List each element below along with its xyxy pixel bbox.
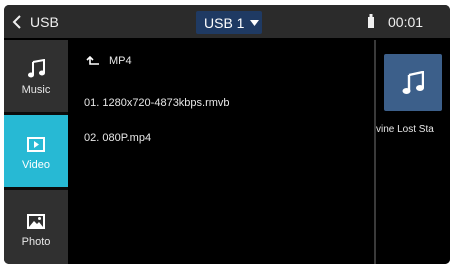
source-label: USB 1 — [204, 14, 245, 31]
folder-name: MP4 — [109, 55, 132, 67]
back-button[interactable]: USB — [12, 12, 59, 32]
preview-title: vine Lost Sta — [376, 124, 434, 135]
sidebar-item-video[interactable]: Video — [4, 115, 68, 187]
now-playing-preview: vine Lost Sta — [376, 40, 450, 264]
file-list: MP4 01. 1280x720-4873kbps.rmvb 02. 080P.… — [68, 40, 374, 264]
music-note-icon — [402, 70, 424, 94]
list-item[interactable]: 02. 080P.mp4 — [84, 132, 151, 144]
parent-folder-row[interactable]: MP4 — [86, 53, 132, 69]
chevron-left-icon — [12, 15, 21, 29]
sidebar-item-photo[interactable]: Photo — [4, 192, 68, 264]
return-arrow-icon — [86, 56, 99, 65]
head-unit-screen: USB USB 1 00:01 Music Video Photo MP4 01… — [4, 5, 450, 264]
sidebar-divider — [4, 187, 68, 190]
clock: 00:01 — [388, 14, 424, 30]
back-label: USB — [30, 14, 59, 30]
album-art-thumbnail[interactable] — [384, 54, 442, 111]
sidebar-item-label: Music — [21, 84, 51, 96]
usb-drive-icon — [368, 14, 374, 28]
source-dropdown[interactable]: USB 1 — [196, 11, 262, 34]
sidebar-item-label: Video — [22, 159, 50, 171]
list-item[interactable]: 01. 1280x720-4873kbps.rmvb — [84, 97, 230, 109]
sidebar: Music Video Photo — [4, 40, 68, 264]
video-icon — [27, 136, 45, 152]
top-bar: USB USB 1 00:01 — [4, 5, 450, 39]
photo-icon — [27, 213, 45, 229]
caret-down-icon — [250, 19, 260, 26]
sidebar-item-music[interactable]: Music — [4, 40, 68, 112]
music-note-icon — [28, 59, 45, 78]
sidebar-item-label: Photo — [21, 236, 51, 248]
